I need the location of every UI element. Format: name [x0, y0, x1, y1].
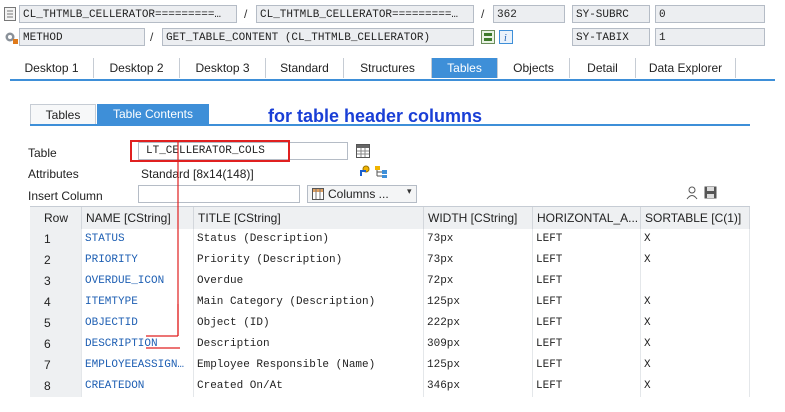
annotation-connector: [146, 140, 180, 349]
